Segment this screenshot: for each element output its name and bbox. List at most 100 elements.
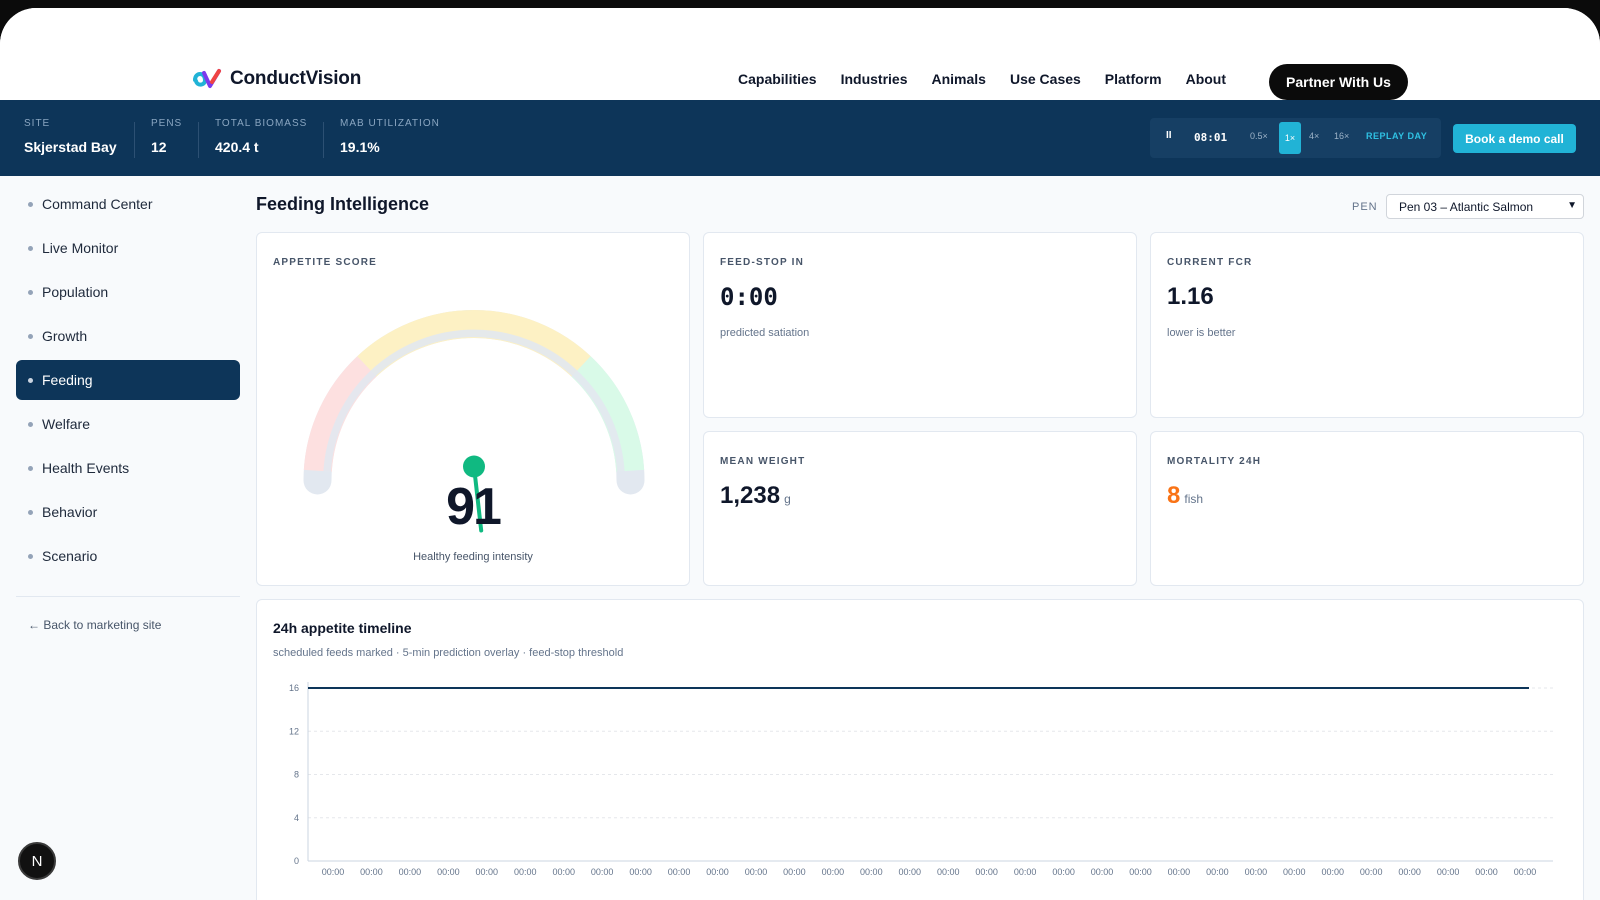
stat-pens-label: PENS bbox=[151, 118, 183, 129]
speed-4x[interactable]: 4× bbox=[1309, 131, 1319, 141]
appetite-score-card: APPETITE SCORE 91 Healthy feeding intens… bbox=[256, 232, 690, 586]
pause-icon[interactable]: II bbox=[1166, 130, 1172, 141]
y-tick-label: 12 bbox=[289, 726, 299, 736]
stat-divider bbox=[134, 122, 135, 158]
speed-16x[interactable]: 16× bbox=[1334, 131, 1349, 141]
n-badge-icon[interactable]: N bbox=[18, 842, 56, 880]
sidebar-item-live-monitor[interactable]: Live Monitor bbox=[16, 228, 240, 268]
feed-stop-label: FEED-STOP IN bbox=[720, 257, 805, 268]
pen-select[interactable]: Pen 03 – Atlantic Salmon ▼ bbox=[1386, 194, 1584, 219]
appetite-timeline-chart: 0 4 8 12 16 00:00 00:00 00:00 00:00 00:00 00:00 00:… bbox=[289, 682, 1553, 877]
sidebar-item-label: Welfare bbox=[42, 416, 90, 432]
speed-1x[interactable]: 1× bbox=[1279, 122, 1301, 154]
mortality-card: MORTALITY 24H 8 fish bbox=[1150, 431, 1584, 586]
fcr-label: CURRENT FCR bbox=[1167, 257, 1253, 268]
sidebar-divider bbox=[16, 596, 240, 597]
nav-animals[interactable]: Animals bbox=[932, 71, 986, 87]
sidebar-item-behavior[interactable]: Behavior bbox=[16, 492, 240, 532]
stat-divider bbox=[323, 122, 324, 158]
mean-weight-row: 1,238 g bbox=[720, 482, 791, 510]
appetite-timeline-card: 24h appetite timeline scheduled feeds ma… bbox=[256, 599, 1584, 900]
sidebar-item-label: Scenario bbox=[42, 548, 98, 564]
x-tick-label: 00:00 bbox=[1321, 867, 1344, 877]
feed-stop-value: 0:00 bbox=[720, 283, 778, 311]
bullet-icon bbox=[28, 245, 33, 251]
sidebar-item-growth[interactable]: Growth bbox=[16, 316, 240, 356]
sidebar: Command Center Live Monitor Population G… bbox=[16, 184, 240, 580]
x-tick-label: 00:00 bbox=[860, 867, 883, 877]
x-tick-label: 00:00 bbox=[629, 867, 652, 877]
sidebar-item-health-events[interactable]: Health Events bbox=[16, 448, 240, 488]
pen-select-value: Pen 03 – Atlantic Salmon bbox=[1399, 199, 1534, 214]
nav-capabilities[interactable]: Capabilities bbox=[738, 71, 817, 87]
x-tick-label: 00:00 bbox=[822, 867, 845, 877]
feed-stop-card: FEED-STOP IN 0:00 predicted satiation bbox=[703, 232, 1137, 418]
nav-use-cases[interactable]: Use Cases bbox=[1010, 71, 1081, 87]
x-tick-label: 00:00 bbox=[1475, 867, 1498, 877]
stat-site: SITE Skjerstad Bay bbox=[24, 118, 117, 155]
nav-platform[interactable]: Platform bbox=[1105, 71, 1162, 87]
stat-pens: PENS 12 bbox=[151, 118, 182, 155]
x-tick-label: 00:00 bbox=[399, 867, 422, 877]
site-stats-bar: SITE Skjerstad Bay PENS 12 TOTAL BIOMASS… bbox=[0, 100, 1600, 176]
chevron-down-icon: ▼ bbox=[1567, 200, 1577, 211]
pen-label: PEN bbox=[1352, 201, 1378, 213]
nav-about[interactable]: About bbox=[1186, 71, 1226, 87]
sidebar-item-label: Command Center bbox=[42, 196, 153, 212]
x-tick-label: 00:00 bbox=[899, 867, 922, 877]
sidebar-item-population[interactable]: Population bbox=[16, 272, 240, 312]
y-tick-label: 4 bbox=[294, 813, 299, 823]
mortality-unit: fish bbox=[1184, 492, 1204, 506]
x-tick-label: 00:00 bbox=[975, 867, 998, 877]
bullet-icon bbox=[28, 553, 33, 559]
x-tick-label: 00:00 bbox=[1206, 867, 1229, 877]
stat-mab-value: 19.1% bbox=[340, 139, 380, 155]
x-tick-label: 00:00 bbox=[1014, 867, 1037, 877]
replay-player: II 08:01 0.5× 1× 4× 16× REPLAY DAY bbox=[1150, 118, 1441, 158]
book-demo-button[interactable]: Book a demo call bbox=[1453, 124, 1576, 153]
sidebar-item-welfare[interactable]: Welfare bbox=[16, 404, 240, 444]
mean-weight-unit: g bbox=[784, 492, 791, 506]
app-frame: ConductVision Capabilities Industries An… bbox=[0, 8, 1600, 900]
sidebar-item-label: Population bbox=[42, 284, 109, 300]
stat-divider bbox=[198, 122, 199, 158]
back-to-marketing-link[interactable]: ← Back to marketing site bbox=[28, 618, 161, 632]
stat-biomass: TOTAL BIOMASS 420.4 t bbox=[215, 118, 307, 155]
sidebar-item-label: Growth bbox=[42, 328, 88, 344]
sidebar-item-scenario[interactable]: Scenario bbox=[16, 536, 240, 576]
x-tick-label: 00:00 bbox=[1360, 867, 1383, 877]
top-nav: ConductVision Capabilities Industries An… bbox=[0, 8, 1600, 100]
brand-logo[interactable]: ConductVision bbox=[192, 68, 361, 90]
stat-pens-value: 12 bbox=[151, 139, 167, 155]
sidebar-item-label: Live Monitor bbox=[42, 240, 119, 256]
nav-industries[interactable]: Industries bbox=[841, 71, 908, 87]
stat-biomass-value: 420.4 t bbox=[215, 139, 259, 155]
sidebar-item-label: Health Events bbox=[42, 460, 130, 476]
appetite-score-caption: Healthy feeding intensity bbox=[413, 551, 533, 563]
bullet-icon bbox=[28, 333, 33, 339]
feed-stop-sub: predicted satiation bbox=[720, 327, 810, 339]
mortality-row: 8 fish bbox=[1167, 482, 1203, 510]
partner-with-us-button[interactable]: Partner With Us bbox=[1269, 64, 1408, 100]
sidebar-item-label: Behavior bbox=[42, 504, 98, 520]
speed-0-5x[interactable]: 0.5× bbox=[1250, 131, 1268, 141]
x-tick-label: 00:00 bbox=[668, 867, 691, 877]
x-tick-label: 00:00 bbox=[360, 867, 383, 877]
x-tick-label: 00:00 bbox=[591, 867, 614, 877]
bullet-icon bbox=[28, 377, 33, 383]
x-tick-label: 00:00 bbox=[1168, 867, 1191, 877]
sidebar-item-feeding[interactable]: Feeding bbox=[16, 360, 240, 400]
fcr-value: 1.16 bbox=[1167, 283, 1214, 310]
x-tick-label: 00:00 bbox=[1514, 867, 1537, 877]
replay-day-button[interactable]: REPLAY DAY bbox=[1366, 131, 1427, 141]
x-tick-label: 00:00 bbox=[476, 867, 499, 877]
gauge-needle-hub bbox=[463, 455, 485, 478]
mortality-label: MORTALITY 24H bbox=[1167, 456, 1262, 467]
fcr-sub: lower is better bbox=[1167, 327, 1236, 339]
x-tick-label: 00:00 bbox=[437, 867, 460, 877]
sidebar-item-command-center[interactable]: Command Center bbox=[16, 184, 240, 224]
bullet-icon bbox=[28, 201, 33, 207]
x-tick-label: 00:00 bbox=[1398, 867, 1421, 877]
x-tick-label: 00:00 bbox=[745, 867, 768, 877]
player-time: 08:01 bbox=[1194, 131, 1228, 144]
